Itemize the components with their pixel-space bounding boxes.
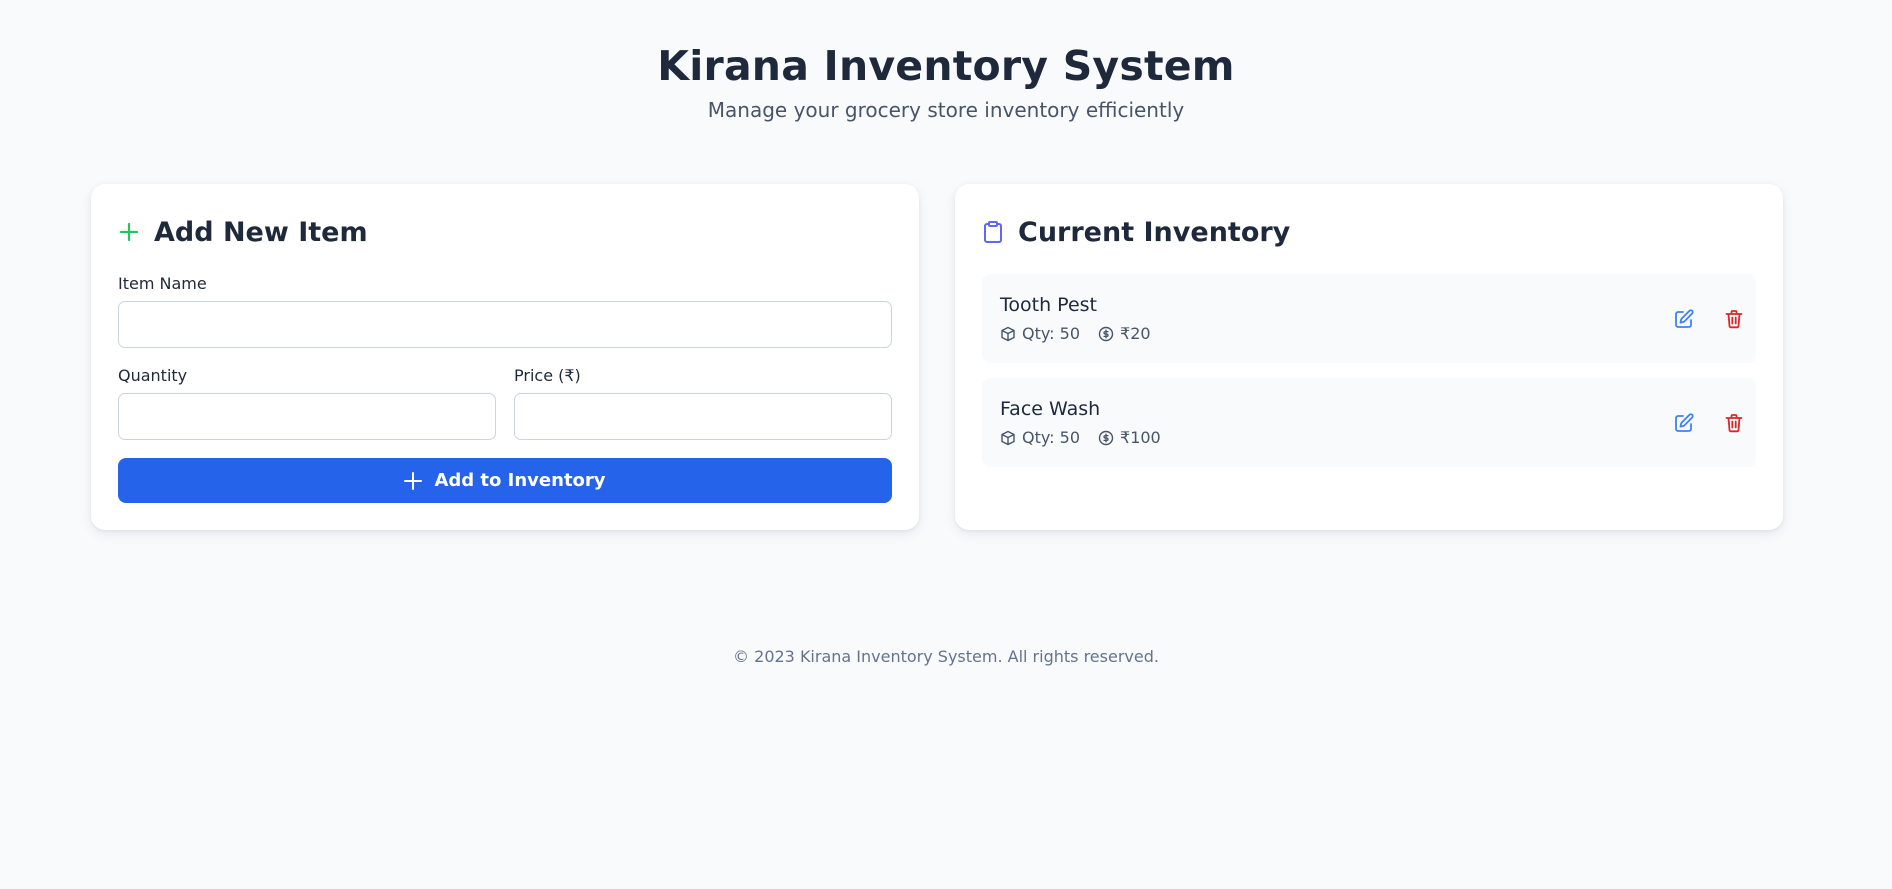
clipboard-icon: [982, 221, 1004, 243]
trash-icon: [1725, 414, 1743, 433]
footer-text: © 2023 Kirana Inventory System. All righ…: [733, 647, 1159, 666]
item-qty: Qty: 50: [1000, 324, 1080, 343]
price-input[interactable]: [514, 393, 892, 440]
delete-button[interactable]: [1722, 411, 1746, 435]
dollar-circle-icon: [1098, 326, 1114, 341]
item-qty: Qty: 50: [1000, 428, 1080, 447]
trash-icon: [1725, 310, 1743, 329]
dollar-circle-icon: [1098, 430, 1114, 445]
edit-button[interactable]: [1672, 411, 1696, 435]
inventory-card: Current Inventory Tooth Pest Qty: 50 ₹20…: [955, 184, 1783, 530]
item-meta: Qty: 50 ₹20: [1000, 324, 1169, 343]
item-price-text: ₹100: [1120, 428, 1161, 447]
inventory-item: Tooth Pest Qty: 50 ₹20: [982, 274, 1756, 363]
plus-icon: [118, 221, 140, 243]
footer: © 2023 Kirana Inventory System. All righ…: [0, 647, 1892, 666]
quantity-label: Quantity: [118, 366, 188, 385]
page-title: Kirana Inventory System: [657, 42, 1235, 90]
edit-button[interactable]: [1672, 307, 1696, 331]
delete-button[interactable]: [1722, 307, 1746, 331]
item-meta: Qty: 50 ₹100: [1000, 428, 1179, 447]
item-price: ₹20: [1098, 324, 1151, 343]
add-item-title: Add New Item: [154, 216, 368, 248]
add-item-header: Add New Item: [118, 212, 368, 252]
item-qty-text: Qty: 50: [1022, 324, 1081, 343]
item-price-text: ₹20: [1120, 324, 1151, 343]
item-name: Face Wash: [1000, 398, 1101, 420]
item-name-label: Item Name: [118, 274, 207, 293]
price-label: Price (₹): [514, 366, 581, 385]
item-price: ₹100: [1098, 428, 1161, 447]
add-to-inventory-button[interactable]: Add to Inventory: [118, 458, 892, 503]
edit-icon: [1675, 309, 1694, 328]
item-qty-text: Qty: 50: [1022, 428, 1081, 447]
plus-icon: [404, 471, 423, 490]
item-name-input[interactable]: [118, 301, 892, 348]
edit-icon: [1675, 413, 1694, 432]
add-to-inventory-label: Add to Inventory: [434, 470, 606, 491]
page-subtitle: Manage your grocery store inventory effi…: [707, 98, 1185, 122]
inventory-item: Face Wash Qty: 50 ₹100: [982, 378, 1756, 467]
box-icon: [1001, 430, 1015, 445]
inventory-title: Current Inventory: [1018, 216, 1291, 248]
item-name: Tooth Pest: [1000, 294, 1097, 316]
add-item-card: Add New Item Item Name Quantity Price (₹…: [91, 184, 919, 530]
page-header: Kirana Inventory System Manage your groc…: [0, 38, 1892, 124]
box-icon: [1001, 326, 1015, 341]
inventory-header: Current Inventory: [982, 212, 1290, 252]
quantity-input[interactable]: [118, 393, 496, 440]
